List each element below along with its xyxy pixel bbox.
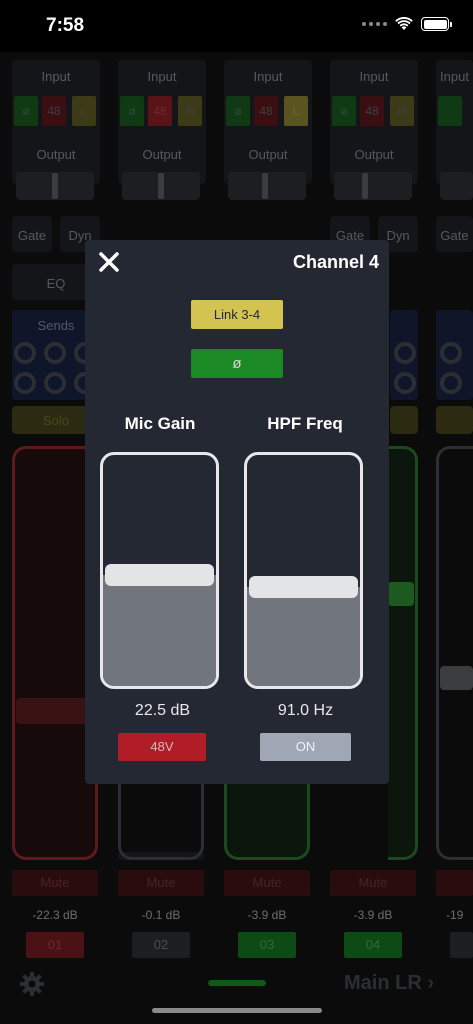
send-knob[interactable] bbox=[44, 372, 66, 394]
mic-gain-value: 22.5 dB bbox=[134, 702, 191, 719]
channel-number-button[interactable]: 03 bbox=[238, 932, 296, 958]
phase-toggle[interactable]: ø bbox=[332, 96, 356, 126]
channel-db: -3.9 dB bbox=[247, 908, 287, 922]
link-toggle[interactable]: R bbox=[178, 96, 202, 126]
channel-db: -22.3 dB bbox=[32, 908, 78, 922]
output-label: Output bbox=[142, 147, 182, 162]
channel-fader[interactable] bbox=[224, 772, 310, 860]
link-button[interactable]: Link 3-4 bbox=[191, 300, 283, 329]
solo-button[interactable] bbox=[436, 406, 473, 434]
send-knob[interactable] bbox=[394, 342, 416, 364]
hpf-freq-label: HPF Freq bbox=[267, 414, 343, 433]
cellular-icon bbox=[362, 22, 387, 26]
mute-button[interactable]: Mute bbox=[118, 870, 204, 896]
mute-button[interactable]: Mute bbox=[330, 870, 416, 896]
phase-invert-button[interactable]: ø bbox=[191, 349, 283, 378]
input-label: Input bbox=[253, 69, 283, 84]
send-knob[interactable] bbox=[14, 372, 36, 394]
link-toggle[interactable]: L bbox=[284, 96, 308, 126]
output-label: Output bbox=[354, 147, 394, 162]
channel-fader[interactable] bbox=[118, 772, 204, 860]
phase-toggle[interactable]: ø bbox=[120, 96, 144, 126]
mute-button[interactable] bbox=[436, 870, 473, 896]
mic-gain-fill bbox=[103, 575, 216, 686]
channel-number-button[interactable]: 04 bbox=[344, 932, 402, 958]
main-bus-button[interactable]: Main LR › bbox=[344, 972, 434, 995]
send-knob[interactable] bbox=[394, 372, 416, 394]
status-bar: 7:58 bbox=[0, 0, 473, 52]
mic-gain-label: Mic Gain bbox=[124, 414, 196, 433]
phantom-toggle[interactable]: 48 bbox=[360, 96, 384, 126]
phantom-toggle[interactable]: 48 bbox=[42, 96, 66, 126]
phase-toggle[interactable]: ø bbox=[14, 96, 38, 126]
input-label: Input bbox=[41, 69, 71, 84]
fader-handle[interactable] bbox=[440, 666, 473, 690]
channel-fader[interactable] bbox=[388, 446, 418, 860]
link-toggle[interactable]: L bbox=[72, 96, 96, 126]
phantom-toggle[interactable]: 48 bbox=[148, 96, 172, 126]
mute-button[interactable]: Mute bbox=[224, 870, 310, 896]
wifi-icon bbox=[395, 17, 413, 30]
hpf-freq-fill bbox=[247, 587, 360, 686]
channel-settings-modal: Channel 4 Link 3-4 ø Mic Gain HPF Freq 2… bbox=[85, 240, 389, 784]
channel-fader[interactable] bbox=[436, 446, 473, 860]
link-toggle[interactable]: R bbox=[390, 96, 414, 126]
channel-number-button[interactable]: 01 bbox=[26, 932, 84, 958]
output-pan-knob[interactable] bbox=[362, 173, 368, 199]
modal-title: Channel 4 bbox=[292, 252, 379, 272]
send-knob[interactable] bbox=[44, 342, 66, 364]
send-knob[interactable] bbox=[440, 342, 462, 364]
input-label: Input bbox=[147, 69, 177, 84]
channel-number-button[interactable] bbox=[450, 932, 473, 958]
gate-label: Gate bbox=[17, 228, 47, 243]
hpf-freq-slider[interactable] bbox=[244, 452, 363, 689]
mic-gain-thumb[interactable] bbox=[105, 564, 214, 586]
fader-handle[interactable] bbox=[388, 582, 414, 606]
fader-handle[interactable] bbox=[16, 698, 94, 724]
close-icon[interactable] bbox=[95, 248, 123, 276]
phantom-power-button[interactable]: 48V bbox=[118, 733, 206, 761]
phase-toggle[interactable] bbox=[438, 96, 462, 126]
phase-toggle[interactable]: ø bbox=[226, 96, 250, 126]
hpf-freq-value: 91.0 Hz bbox=[277, 702, 334, 719]
hpf-on-button[interactable]: ON bbox=[260, 733, 351, 761]
hpf-freq-thumb[interactable] bbox=[249, 576, 358, 598]
input-label: Input bbox=[440, 69, 469, 84]
chevron-right-icon: › bbox=[427, 972, 435, 994]
output-pan[interactable] bbox=[334, 172, 412, 200]
home-indicator bbox=[152, 1008, 322, 1013]
channel-db: -0.1 dB bbox=[141, 908, 181, 922]
output-label: Output bbox=[248, 147, 288, 162]
channel-number-button[interactable]: 02 bbox=[132, 932, 190, 958]
mic-gain-slider[interactable] bbox=[100, 452, 219, 689]
main-bus-label: Main LR bbox=[344, 972, 422, 994]
send-knob[interactable] bbox=[14, 342, 36, 364]
battery-icon bbox=[421, 17, 452, 31]
output-pan-knob[interactable] bbox=[158, 173, 164, 199]
channel-db: -3.9 dB bbox=[353, 908, 393, 922]
gear-icon[interactable] bbox=[18, 970, 46, 998]
page-indicator bbox=[208, 980, 266, 986]
gate-label: Gate bbox=[440, 228, 469, 243]
status-icons bbox=[362, 17, 452, 31]
phantom-toggle[interactable]: 48 bbox=[254, 96, 278, 126]
output-label: Output bbox=[36, 147, 76, 162]
channel-db: -19 bbox=[446, 908, 464, 922]
output-pan-knob[interactable] bbox=[52, 173, 58, 199]
input-label: Input bbox=[359, 69, 389, 84]
send-knob[interactable] bbox=[440, 372, 462, 394]
solo-button[interactable] bbox=[390, 406, 418, 434]
output-pan-knob[interactable] bbox=[262, 173, 268, 199]
status-time: 7:58 bbox=[46, 15, 85, 36]
output-pan[interactable] bbox=[440, 172, 473, 200]
mute-button[interactable]: Mute bbox=[12, 870, 98, 896]
